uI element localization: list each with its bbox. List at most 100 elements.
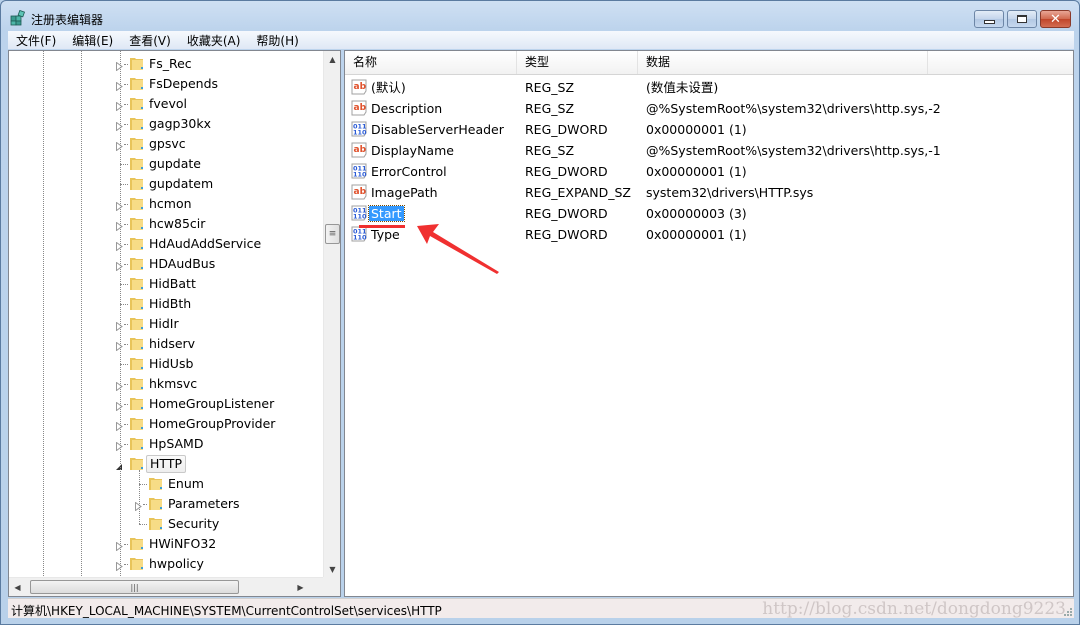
- tree-item-label[interactable]: gpsvc: [146, 136, 189, 152]
- tree-item-label[interactable]: Fs_Rec: [146, 56, 195, 72]
- resize-grip-icon[interactable]: [1063, 607, 1073, 617]
- tree-item[interactable]: HidUsb: [9, 354, 323, 374]
- tree-item[interactable]: gupdate: [9, 154, 323, 174]
- list-item[interactable]: 011 110 ErrorControl REG_DWORD 0x00000001 (1…: [345, 161, 1073, 182]
- maximize-button[interactable]: [1007, 10, 1037, 28]
- list-item[interactable]: ab Description REG_SZ @%SystemRoot%\system3…: [345, 98, 1073, 119]
- tree-item[interactable]: gupdatem: [9, 174, 323, 194]
- tree-horizontal-scroll-thumb[interactable]: |||: [30, 580, 239, 594]
- column-header-type[interactable]: 类型: [517, 51, 638, 74]
- tree-item-label[interactable]: HidUsb: [146, 356, 196, 372]
- scroll-down-arrow-icon[interactable]: ▼: [324, 561, 341, 578]
- tree-item-label[interactable]: Enum: [165, 476, 207, 492]
- tree-connector: [124, 84, 128, 85]
- folder-icon: [129, 556, 145, 571]
- tree-item[interactable]: HTTP: [9, 454, 323, 474]
- tree-connector: [124, 324, 128, 325]
- close-icon: ✕: [1050, 11, 1061, 27]
- tree-horizontal-scrollbar[interactable]: ◀ ||| ▶: [9, 577, 323, 596]
- key-tree[interactable]: Fs_Rec FsDepends fvevol gagp30kx gpsvc gupdat…: [9, 51, 323, 578]
- tree-vertical-scroll-thumb[interactable]: ≡: [325, 224, 340, 244]
- close-button[interactable]: ✕: [1040, 10, 1071, 28]
- tree-item[interactable]: Enum: [9, 474, 323, 494]
- tree-item-label[interactable]: gupdatem: [146, 176, 216, 192]
- tree-item[interactable]: Parameters: [9, 494, 323, 514]
- tree-vertical-scrollbar[interactable]: ▲ ≡ ▼: [323, 51, 340, 578]
- tree-item-label[interactable]: HTTP: [146, 455, 186, 473]
- tree-item[interactable]: HidBatt: [9, 274, 323, 294]
- tree-item-label[interactable]: FsDepends: [146, 76, 221, 92]
- tree-item[interactable]: HidBth: [9, 294, 323, 314]
- folder-icon: [129, 456, 145, 471]
- minimize-icon: [983, 19, 995, 24]
- tree-item-label[interactable]: fvevol: [146, 96, 190, 112]
- menu-view[interactable]: 查看(V): [121, 32, 179, 49]
- column-header-name[interactable]: 名称: [345, 51, 517, 74]
- tree-item[interactable]: gpsvc: [9, 134, 323, 154]
- tree-item[interactable]: Security: [9, 514, 323, 534]
- tree-item-label[interactable]: HWiNFO32: [146, 536, 219, 552]
- list-item[interactable]: ab ImagePath REG_EXPAND_SZ system32\drivers…: [345, 182, 1073, 203]
- tree-item[interactable]: hcmon: [9, 194, 323, 214]
- minimize-button[interactable]: [974, 10, 1004, 28]
- tree-item[interactable]: gagp30kx: [9, 114, 323, 134]
- tree-item-label[interactable]: hcmon: [146, 196, 195, 212]
- tree-item[interactable]: HDAudBus: [9, 254, 323, 274]
- tree-item[interactable]: HomeGroupListener: [9, 394, 323, 414]
- tree-connector: [124, 124, 128, 125]
- folder-icon: [129, 76, 145, 91]
- tree-item[interactable]: Fs_Rec: [9, 54, 323, 74]
- value-data: (数值未设置): [646, 80, 719, 95]
- string-value-icon: ab: [351, 100, 367, 116]
- tree-item[interactable]: HomeGroupProvider: [9, 414, 323, 434]
- tree-item-label[interactable]: Parameters: [165, 496, 243, 512]
- folder-icon: [129, 56, 145, 71]
- menu-file[interactable]: 文件(F): [8, 32, 64, 49]
- tree-item-label[interactable]: HdAudAddService: [146, 236, 264, 252]
- folder-icon: [129, 276, 145, 291]
- value-name: ImagePath: [371, 185, 438, 200]
- scroll-left-arrow-icon[interactable]: ◀: [9, 578, 26, 596]
- tree-item[interactable]: hwpolicy: [9, 554, 323, 574]
- tree-item[interactable]: HWiNFO32: [9, 534, 323, 554]
- svg-text:ab: ab: [354, 103, 367, 113]
- list-item[interactable]: ab DisplayName REG_SZ @%SystemRoot%\system3…: [345, 140, 1073, 161]
- list-item[interactable]: 011 110 DisableServerHeader REG_DWORD 0x0000…: [345, 119, 1073, 140]
- tree-item-label[interactable]: HidIr: [146, 316, 182, 332]
- tree-item[interactable]: HidIr: [9, 314, 323, 334]
- tree-connector: [143, 504, 147, 505]
- tree-item-label[interactable]: hwpolicy: [146, 556, 207, 572]
- tree-item-label[interactable]: HomeGroupListener: [146, 396, 277, 412]
- tree-item[interactable]: hcw85cir: [9, 214, 323, 234]
- menu-help[interactable]: 帮助(H): [248, 32, 306, 49]
- tree-item[interactable]: hkmsvc: [9, 374, 323, 394]
- scroll-right-arrow-icon[interactable]: ▶: [292, 578, 309, 596]
- tree-item-label[interactable]: gagp30kx: [146, 116, 214, 132]
- folder-icon: [129, 216, 145, 231]
- value-type: REG_DWORD: [525, 227, 608, 242]
- tree-item-label[interactable]: gupdate: [146, 156, 204, 172]
- tree-item-label[interactable]: hkmsvc: [146, 376, 200, 392]
- tree-item[interactable]: HdAudAddService: [9, 234, 323, 254]
- scroll-up-arrow-icon[interactable]: ▲: [324, 51, 341, 68]
- tree-item-label[interactable]: hcw85cir: [146, 216, 208, 232]
- tree-item-label[interactable]: hidserv: [146, 336, 198, 352]
- tree-item-label[interactable]: HDAudBus: [146, 256, 218, 272]
- menu-edit[interactable]: 编辑(E): [64, 32, 121, 49]
- column-header-data[interactable]: 数据: [638, 51, 928, 74]
- tree-item[interactable]: FsDepends: [9, 74, 323, 94]
- list-item[interactable]: ab (默认) REG_SZ (数值未设置): [345, 77, 1073, 98]
- tree-item[interactable]: hidserv: [9, 334, 323, 354]
- tree-item-label[interactable]: HidBth: [146, 296, 194, 312]
- tree-item-label[interactable]: HomeGroupProvider: [146, 416, 278, 432]
- tree-item[interactable]: HpSAMD: [9, 434, 323, 454]
- value-type: REG_DWORD: [525, 122, 608, 137]
- value-data: 0x00000001 (1): [646, 164, 747, 179]
- tree-item[interactable]: fvevol: [9, 94, 323, 114]
- tree-item-label[interactable]: HidBatt: [146, 276, 199, 292]
- menu-favorites[interactable]: 收藏夹(A): [179, 32, 249, 49]
- tree-item-label[interactable]: Security: [165, 516, 222, 532]
- folder-icon: [129, 116, 145, 131]
- tree-item-label[interactable]: HpSAMD: [146, 436, 206, 452]
- title-bar[interactable]: 注册表编辑器 ✕: [1, 1, 1079, 31]
